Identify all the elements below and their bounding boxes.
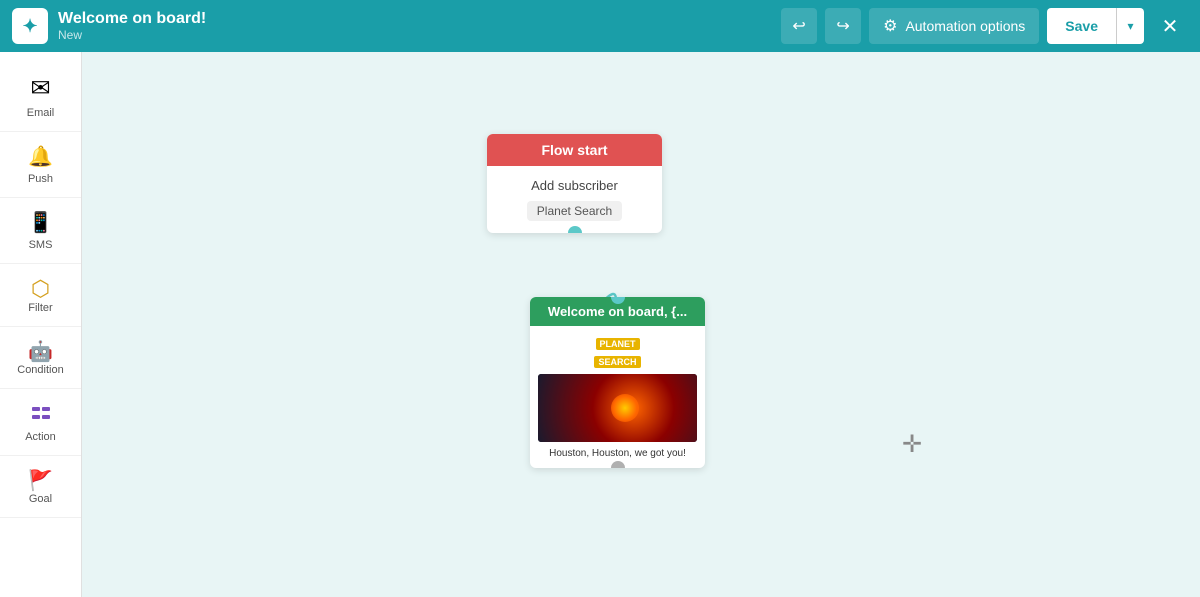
chevron-down-icon: ▾ [1127,19,1133,33]
move-cursor-icon: ✛ [902,430,922,459]
connector-dot-bottom2 [611,461,625,468]
page-subtitle: New [58,28,771,42]
goal-icon: 🚩 [28,468,53,493]
redo-button[interactable]: ↪ [825,8,861,44]
sidebar-item-action[interactable]: Action [0,389,81,456]
undo-button[interactable]: ↩ [781,8,817,44]
sms-icon: 📱 [28,210,53,235]
sidebar-label-action: Action [25,431,56,443]
sidebar-label-goal: Goal [29,493,52,505]
flow-start-subtitle: Add subscriber [499,178,650,193]
planet-label-line2: SEARCH [594,356,640,368]
flow-start-body: Add subscriber Planet Search [487,166,662,233]
connector-dot-bottom [568,226,582,233]
main-layout: ✉ Email 🔔 Push 📱 SMS ⬡ Filter 🤖 Conditio… [0,52,1200,597]
automation-options-button[interactable]: ⚙ Automation options [869,8,1039,44]
sidebar-item-filter[interactable]: ⬡ Filter [0,264,81,327]
sidebar-item-goal[interactable]: 🚩 Goal [0,456,81,518]
sidebar-item-condition[interactable]: 🤖 Condition [0,327,81,389]
condition-icon: 🤖 [28,339,53,364]
sidebar: ✉ Email 🔔 Push 📱 SMS ⬡ Filter 🤖 Conditio… [0,52,82,597]
email-node[interactable]: Welcome on board, {... PLANET SEARCH Hou… [530,297,705,468]
gear-icon: ⚙ [883,16,897,36]
sidebar-label-sms: SMS [29,239,53,251]
flow-start-header: Flow start [487,134,662,166]
title-group: Welcome on board! New [58,10,771,42]
sidebar-item-email[interactable]: ✉ Email [0,62,81,132]
flow-start-tag: Planet Search [527,201,622,221]
filter-icon: ⬡ [31,276,50,302]
logo-icon: ✦ [22,16,37,37]
automation-canvas[interactable]: Flow start Add subscriber Planet Search … [82,52,1200,597]
close-button[interactable]: ✕ [1152,8,1188,44]
save-button[interactable]: Save [1047,8,1116,44]
sidebar-item-sms[interactable]: 📱 SMS [0,198,81,264]
sidebar-label-push: Push [28,173,53,185]
planet-search-labels: PLANET SEARCH [538,334,697,370]
email-image [538,374,697,442]
automation-options-label: Automation options [905,18,1025,34]
planet-label-line1: PLANET [596,338,640,350]
header: ✦ Welcome on board! New ↩ ↪ ⚙ Automation… [0,0,1200,52]
save-dropdown-button[interactable]: ▾ [1116,8,1144,44]
email-icon: ✉ [30,74,50,103]
push-icon: 🔔 [28,144,53,169]
sidebar-label-email: Email [27,107,55,119]
sidebar-label-condition: Condition [17,364,63,376]
flow-start-node[interactable]: Flow start Add subscriber Planet Search [487,134,662,233]
email-caption: Houston, Houston, we got you! [538,447,697,460]
planet-visual [538,374,697,442]
planet-glow [611,394,639,422]
sidebar-label-filter: Filter [28,302,52,314]
save-group: Save ▾ [1047,8,1144,44]
app-logo: ✦ [12,8,48,44]
email-node-body: PLANET SEARCH Houston, Houston, we got y… [530,326,705,468]
action-icon [29,401,53,431]
sidebar-item-push[interactable]: 🔔 Push [0,132,81,198]
page-title: Welcome on board! [58,10,771,28]
header-actions: ↩ ↪ ⚙ Automation options Save ▾ ✕ [781,8,1188,44]
